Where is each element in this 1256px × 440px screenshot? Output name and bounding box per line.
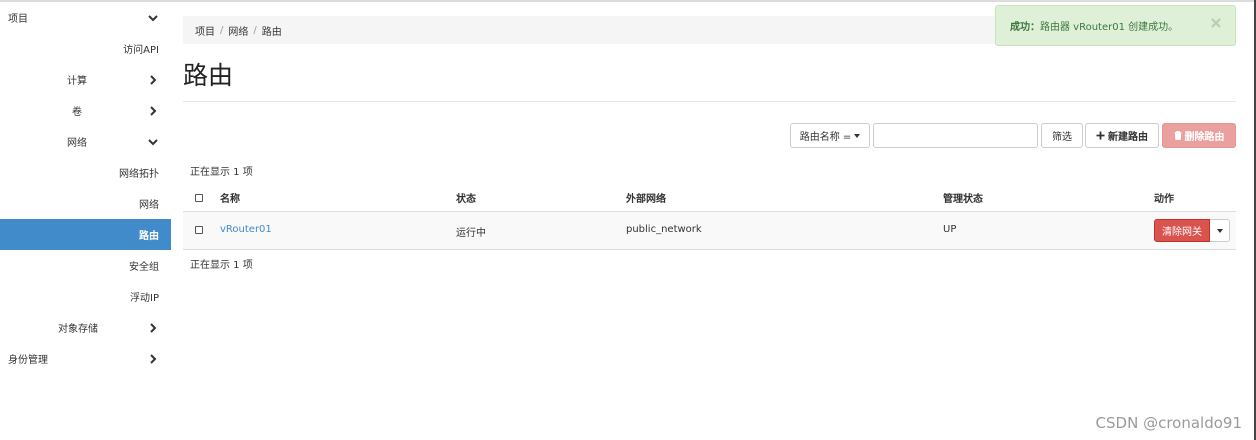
sidebar-item-label: 安全组: [129, 262, 159, 273]
row-actions-dropdown[interactable]: [1210, 219, 1230, 242]
watermark: CSDN @cronaldo91: [1095, 414, 1242, 432]
trash-icon: [1174, 131, 1181, 140]
sidebar: 项目 访问API 计算 卷 网络 网络拓扑 网络 路由 安全组 浮动IP 对象存…: [0, 2, 171, 440]
router-external-network: public_network: [626, 224, 702, 235]
caret-down-icon: [854, 133, 861, 138]
sidebar-item-project[interactable]: 项目: [0, 2, 171, 33]
sidebar-item-networks[interactable]: 网络: [0, 188, 171, 219]
sidebar-item-label: 身份管理: [8, 355, 48, 366]
sidebar-item-label: 对象存储: [58, 324, 98, 335]
page-title: 路由: [183, 61, 234, 90]
sidebar-item-object-store[interactable]: 对象存储: [0, 312, 171, 343]
breadcrumb-item-project[interactable]: 项目: [195, 23, 215, 38]
router-admin-state: UP: [943, 224, 957, 235]
divider: [183, 101, 1236, 102]
filter-button[interactable]: 筛选: [1041, 123, 1083, 148]
column-header-external-network[interactable]: 外部网络: [626, 190, 666, 205]
sidebar-item-network-topology[interactable]: 网络拓扑: [0, 157, 171, 188]
item-count-bottom: 正在显示 1 项: [190, 260, 253, 271]
caret-down-icon: [1216, 228, 1223, 233]
breadcrumb-separator: /: [253, 24, 257, 36]
clear-gateway-button[interactable]: 清除网关: [1154, 219, 1210, 242]
sidebar-item-label: 访问API: [123, 45, 159, 56]
chevron-right-icon: [150, 353, 157, 364]
plus-icon: [1096, 131, 1105, 140]
sidebar-item-identity[interactable]: 身份管理: [0, 343, 171, 374]
delete-routers-button[interactable]: 删除路由: [1162, 123, 1236, 148]
close-icon[interactable]: [1209, 16, 1223, 30]
chevron-right-icon: [150, 105, 157, 116]
select-all-checkbox[interactable]: [195, 194, 203, 202]
sidebar-item-network[interactable]: 网络: [0, 126, 171, 157]
sidebar-item-label: 卷: [72, 107, 82, 118]
alert-message: 路由器 vRouter01 创建成功。: [1040, 22, 1179, 33]
column-header-actions: 动作: [1154, 194, 1174, 205]
sidebar-item-label: 网络: [67, 138, 87, 149]
chevron-right-icon: [150, 322, 157, 333]
breadcrumb-item-network[interactable]: 网络: [228, 23, 248, 38]
success-alert: 成功： 路由器 vRouter01 创建成功。: [995, 5, 1236, 46]
sidebar-item-security-groups[interactable]: 安全组: [0, 250, 171, 281]
sidebar-item-label: 网络拓扑: [119, 169, 159, 180]
column-header-name[interactable]: 名称: [220, 190, 240, 205]
filter-input[interactable]: [873, 123, 1038, 148]
column-header-admin-state[interactable]: 管理状态: [943, 190, 983, 205]
sidebar-item-routers[interactable]: 路由: [0, 219, 171, 250]
top-border: [0, 0, 1256, 2]
table-row: [183, 212, 1236, 249]
breadcrumb-separator: /: [220, 24, 224, 36]
router-status: 运行中: [456, 228, 486, 239]
sidebar-item-label: 项目: [8, 14, 28, 25]
sidebar-item-label: 网络: [139, 200, 159, 211]
chevron-right-icon: [150, 74, 157, 85]
chevron-down-icon: [148, 14, 158, 21]
sidebar-item-compute[interactable]: 计算: [0, 64, 171, 95]
sidebar-item-label: 浮动IP: [130, 293, 159, 304]
table-row-divider: [183, 249, 1236, 250]
sidebar-item-access-api[interactable]: 访问API: [0, 33, 171, 64]
create-router-button[interactable]: 新建路由: [1085, 123, 1159, 148]
item-count-top: 正在显示 1 项: [190, 167, 253, 178]
alert-prefix: 成功：: [1010, 22, 1040, 33]
delete-routers-label: 删除路由: [1184, 132, 1225, 143]
router-name-link[interactable]: vRouter01: [220, 224, 272, 235]
breadcrumb-item-routers: 路由: [261, 26, 282, 38]
filter-field-label: 路由名称 =: [799, 132, 852, 143]
chevron-down-icon: [148, 138, 158, 145]
sidebar-item-floating-ips[interactable]: 浮动IP: [0, 281, 171, 312]
sidebar-item-volumes[interactable]: 卷: [0, 95, 171, 126]
create-router-label: 新建路由: [1108, 132, 1148, 143]
column-header-status[interactable]: 状态: [456, 190, 476, 205]
sidebar-item-label: 计算: [67, 76, 87, 87]
row-checkbox[interactable]: [195, 226, 203, 234]
sidebar-item-label: 路由: [139, 231, 159, 242]
filter-field-select[interactable]: 路由名称 =: [790, 123, 870, 148]
